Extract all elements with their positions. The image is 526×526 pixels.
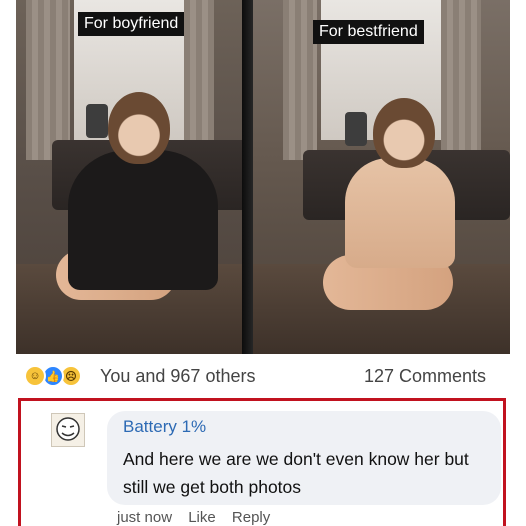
curtain	[441, 0, 481, 160]
comment-text: And here we are we don't even know her b…	[123, 449, 469, 497]
comments-count[interactable]: 127 Comments	[364, 366, 486, 387]
photo-panel-right: For bestfriend	[253, 0, 510, 354]
right-caption: For bestfriend	[313, 20, 424, 44]
meme-face-icon	[56, 417, 80, 441]
curtain	[26, 0, 70, 160]
like-button[interactable]: Like	[188, 509, 216, 526]
black-sweater	[68, 150, 218, 290]
comment-actions: just now Like Reply	[117, 509, 282, 526]
post-photo[interactable]: For boyfriend For bestfriend	[16, 0, 510, 354]
comment-highlight: Battery 1% And here we are we don't even…	[18, 398, 506, 526]
left-caption: For boyfriend	[78, 12, 185, 36]
curtain	[283, 0, 317, 160]
avatar[interactable]	[51, 413, 85, 447]
phone	[345, 112, 367, 146]
photo-panel-left: For boyfriend	[16, 0, 253, 354]
comment-bubble: Battery 1% And here we are we don't even…	[107, 411, 501, 505]
reply-button[interactable]: Reply	[232, 509, 270, 526]
comment-time: just now	[117, 509, 173, 526]
comment-author[interactable]: Battery 1%	[123, 417, 206, 437]
reactions-summary[interactable]: You and 967 others	[100, 366, 255, 387]
curtain	[184, 0, 214, 160]
torso	[345, 158, 455, 268]
person-head	[373, 98, 435, 168]
reaction-bar: ☺ 👍 ☹ You and 967 others 127 Comments	[16, 362, 510, 392]
phone	[86, 104, 108, 138]
haha-icon[interactable]: ☺	[24, 365, 46, 387]
person-head	[108, 92, 170, 164]
